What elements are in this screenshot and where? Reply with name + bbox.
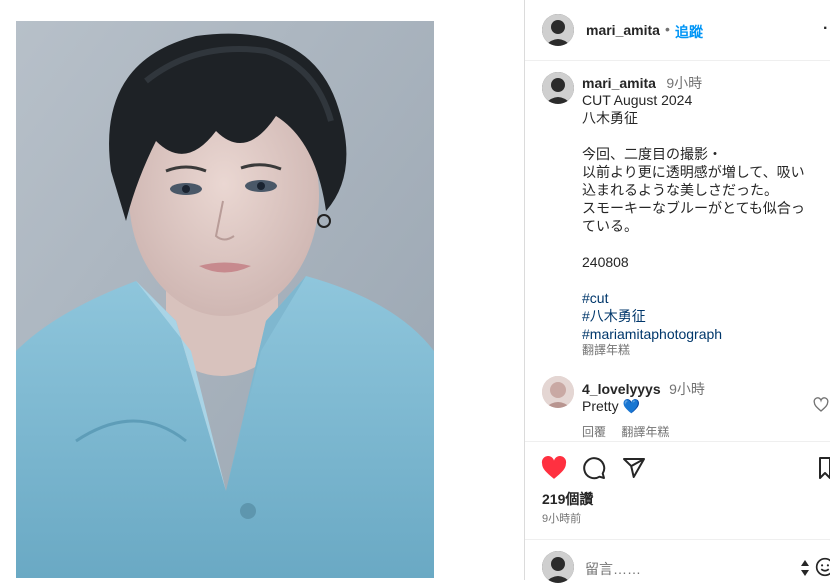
- caption-line: CUT August 2024: [582, 92, 693, 108]
- caption-line: 込まれるような美しさだった。: [582, 182, 778, 198]
- share-icon[interactable]: [622, 456, 646, 480]
- comment-translate-link[interactable]: 翻譯年糕: [621, 425, 669, 439]
- caption-line: 八木勇征: [582, 110, 638, 126]
- comment-text: Pretty: [582, 398, 619, 414]
- sort-arrows-icon[interactable]: [799, 558, 811, 578]
- caption-time[interactable]: 9小時: [666, 75, 702, 91]
- caption-translate-link[interactable]: 翻譯年糕: [582, 341, 630, 358]
- follow-button[interactable]: 追蹤: [675, 22, 703, 42]
- post-media-area: [0, 0, 524, 580]
- more-dots-icon[interactable]: ·: [823, 20, 828, 38]
- caption-line: スモーキーなブルーがとても似合っ: [582, 200, 805, 216]
- header-separator: •: [665, 21, 670, 37]
- comment-input[interactable]: [583, 558, 787, 580]
- comment-reply-link[interactable]: 回覆: [582, 425, 606, 439]
- heart-filled-icon[interactable]: [541, 456, 567, 480]
- hashtag-link[interactable]: #cut: [582, 289, 608, 307]
- commenter-avatar[interactable]: [542, 376, 574, 408]
- viewer-avatar: [542, 551, 574, 583]
- author-avatar[interactable]: [542, 14, 574, 46]
- post-timestamp[interactable]: 9小時前: [542, 510, 581, 526]
- caption-line: 240808: [582, 254, 629, 270]
- actions-divider: [525, 441, 830, 442]
- caption-avatar[interactable]: [542, 72, 574, 104]
- caption-line: 今回、二度目の撮影・: [582, 146, 722, 162]
- caption-line: 以前より更に透明感が増して、吸い: [582, 164, 805, 180]
- bookmark-icon[interactable]: [819, 456, 830, 480]
- comment-time[interactable]: 9小時: [669, 381, 705, 397]
- post-header: mari_amita • 追蹤 ·: [525, 0, 830, 61]
- caption-username[interactable]: mari_amita: [582, 75, 656, 91]
- composer-divider: [525, 539, 830, 540]
- comment-icon[interactable]: [582, 456, 606, 480]
- post-photo[interactable]: [16, 21, 434, 578]
- emoji-icon[interactable]: [815, 557, 830, 577]
- commenter-username[interactable]: 4_lovelyyys: [582, 381, 661, 397]
- caption-line: ている。: [582, 218, 638, 234]
- post-side-panel: mari_amita • 追蹤 · mari_amita 9小時 CUT Aug…: [524, 0, 830, 583]
- comment-like-heart-icon[interactable]: [813, 397, 829, 413]
- blue-heart-emoji: 💙: [622, 398, 640, 414]
- like-count[interactable]: 219個讚: [542, 489, 593, 509]
- author-username[interactable]: mari_amita: [586, 22, 660, 38]
- portrait-image: [16, 21, 434, 578]
- hashtag-link[interactable]: #八木勇征: [582, 307, 646, 325]
